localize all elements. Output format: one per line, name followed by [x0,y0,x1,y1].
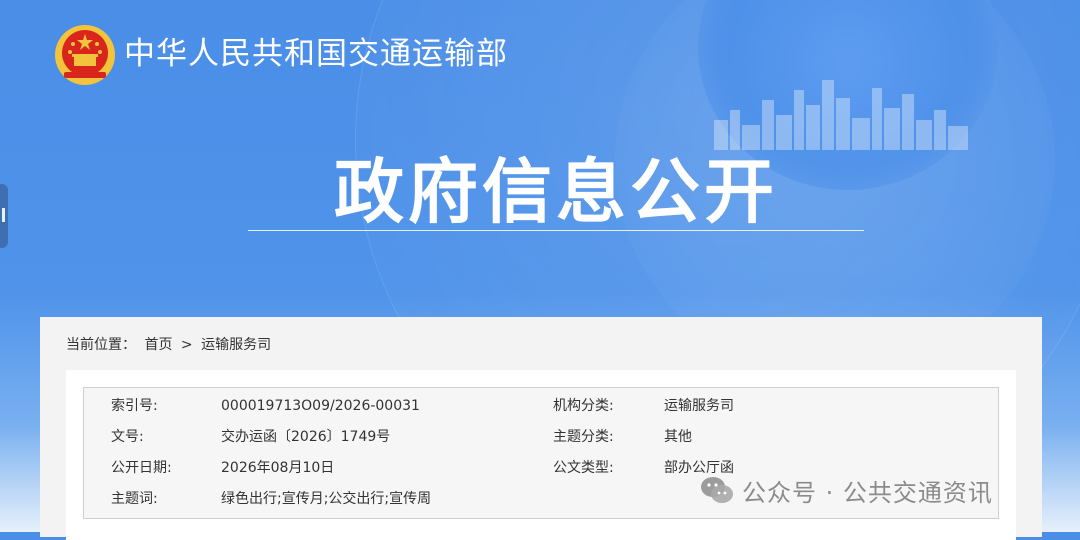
info-value: 其他 [664,429,692,445]
info-label: 文号: [111,429,144,445]
breadcrumb-prefix: 当前位置： [66,337,136,353]
wechat-icon [701,477,733,503]
info-row: 文号: 交办运函〔2026〕1749号 主题分类: 其他 [84,422,998,453]
info-value: 运输服务司 [664,398,734,414]
breadcrumb-separator: > [180,337,193,353]
side-collapse-tab[interactable] [0,184,8,248]
info-value: 2026年08月10日 [221,460,335,476]
breadcrumb-current-link[interactable]: 运输服务司 [201,337,271,353]
info-row: 索引号: 000019713O09/2026-00031 机构分类: 运输服务司 [84,391,998,422]
info-value: 交办运函〔2026〕1749号 [221,429,391,445]
info-label: 机构分类: [553,398,614,414]
info-label: 主题词: [111,491,158,507]
ministry-name: 中华人民共和国交通运输部 [124,36,508,72]
breadcrumb: 当前位置： 首页 > 运输服务司 [66,335,275,355]
breadcrumb-home-link[interactable]: 首页 [144,337,172,353]
watermark-text: 公众号 · 公共交通资讯 [742,478,993,507]
wechat-watermark: 公众号 · 公共交通资讯 [700,470,993,510]
info-label: 公开日期: [111,460,172,476]
title-divider [248,230,864,231]
info-value: 000019713O09/2026-00031 [221,398,420,414]
info-label: 公文类型: [553,460,614,476]
info-value: 绿色出行;宣传月;公交出行;宣传周 [221,491,432,507]
info-label: 索引号: [111,398,158,414]
info-container: 索引号: 000019713O09/2026-00031 机构分类: 运输服务司… [66,370,1016,540]
page-title: 政府信息公开 [334,151,778,233]
national-emblem-icon [55,25,115,85]
city-skyline-graphic [714,80,968,150]
info-label: 主题分类: [553,429,614,445]
